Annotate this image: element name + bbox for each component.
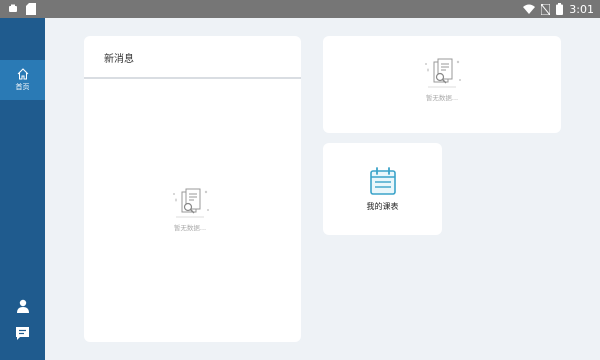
empty-state-text: 暂无数据... <box>173 224 207 232</box>
divider <box>84 77 301 79</box>
schedule-label: 我的课表 <box>366 201 399 211</box>
empty-document-icon <box>425 58 461 88</box>
empty-state-text: 暂无数据... <box>425 94 459 102</box>
schedule-card[interactable]: 我的课表 <box>323 143 442 235</box>
wifi-icon <box>523 4 536 14</box>
clock: 3:01 <box>569 2 594 16</box>
person-icon <box>16 299 29 313</box>
home-icon <box>17 68 28 80</box>
sidebar-item-home[interactable]: 首页 <box>0 60 45 100</box>
notice-empty-state: 暂无数据... <box>420 58 464 102</box>
sidebar-item-home-label: 首页 <box>15 83 30 91</box>
app-icon <box>9 4 17 12</box>
messages-card-title: 新消息 <box>104 54 134 65</box>
no-sim-icon <box>541 3 551 15</box>
sidebar-item-profile[interactable] <box>0 299 45 313</box>
battery-icon <box>556 3 564 15</box>
empty-document-icon <box>173 188 209 218</box>
sidebar: 首页 <box>0 18 45 360</box>
chat-icon <box>16 327 29 340</box>
messages-empty-state: 暂无数据... <box>168 188 212 232</box>
calendar-icon <box>369 166 396 195</box>
sd-card-icon <box>26 3 36 15</box>
notice-card: 暂无数据... <box>323 36 561 133</box>
messages-card: 新消息 暂无数据... <box>84 36 301 342</box>
status-bar: 3:01 <box>0 0 600 18</box>
sidebar-item-messages[interactable] <box>0 327 45 341</box>
